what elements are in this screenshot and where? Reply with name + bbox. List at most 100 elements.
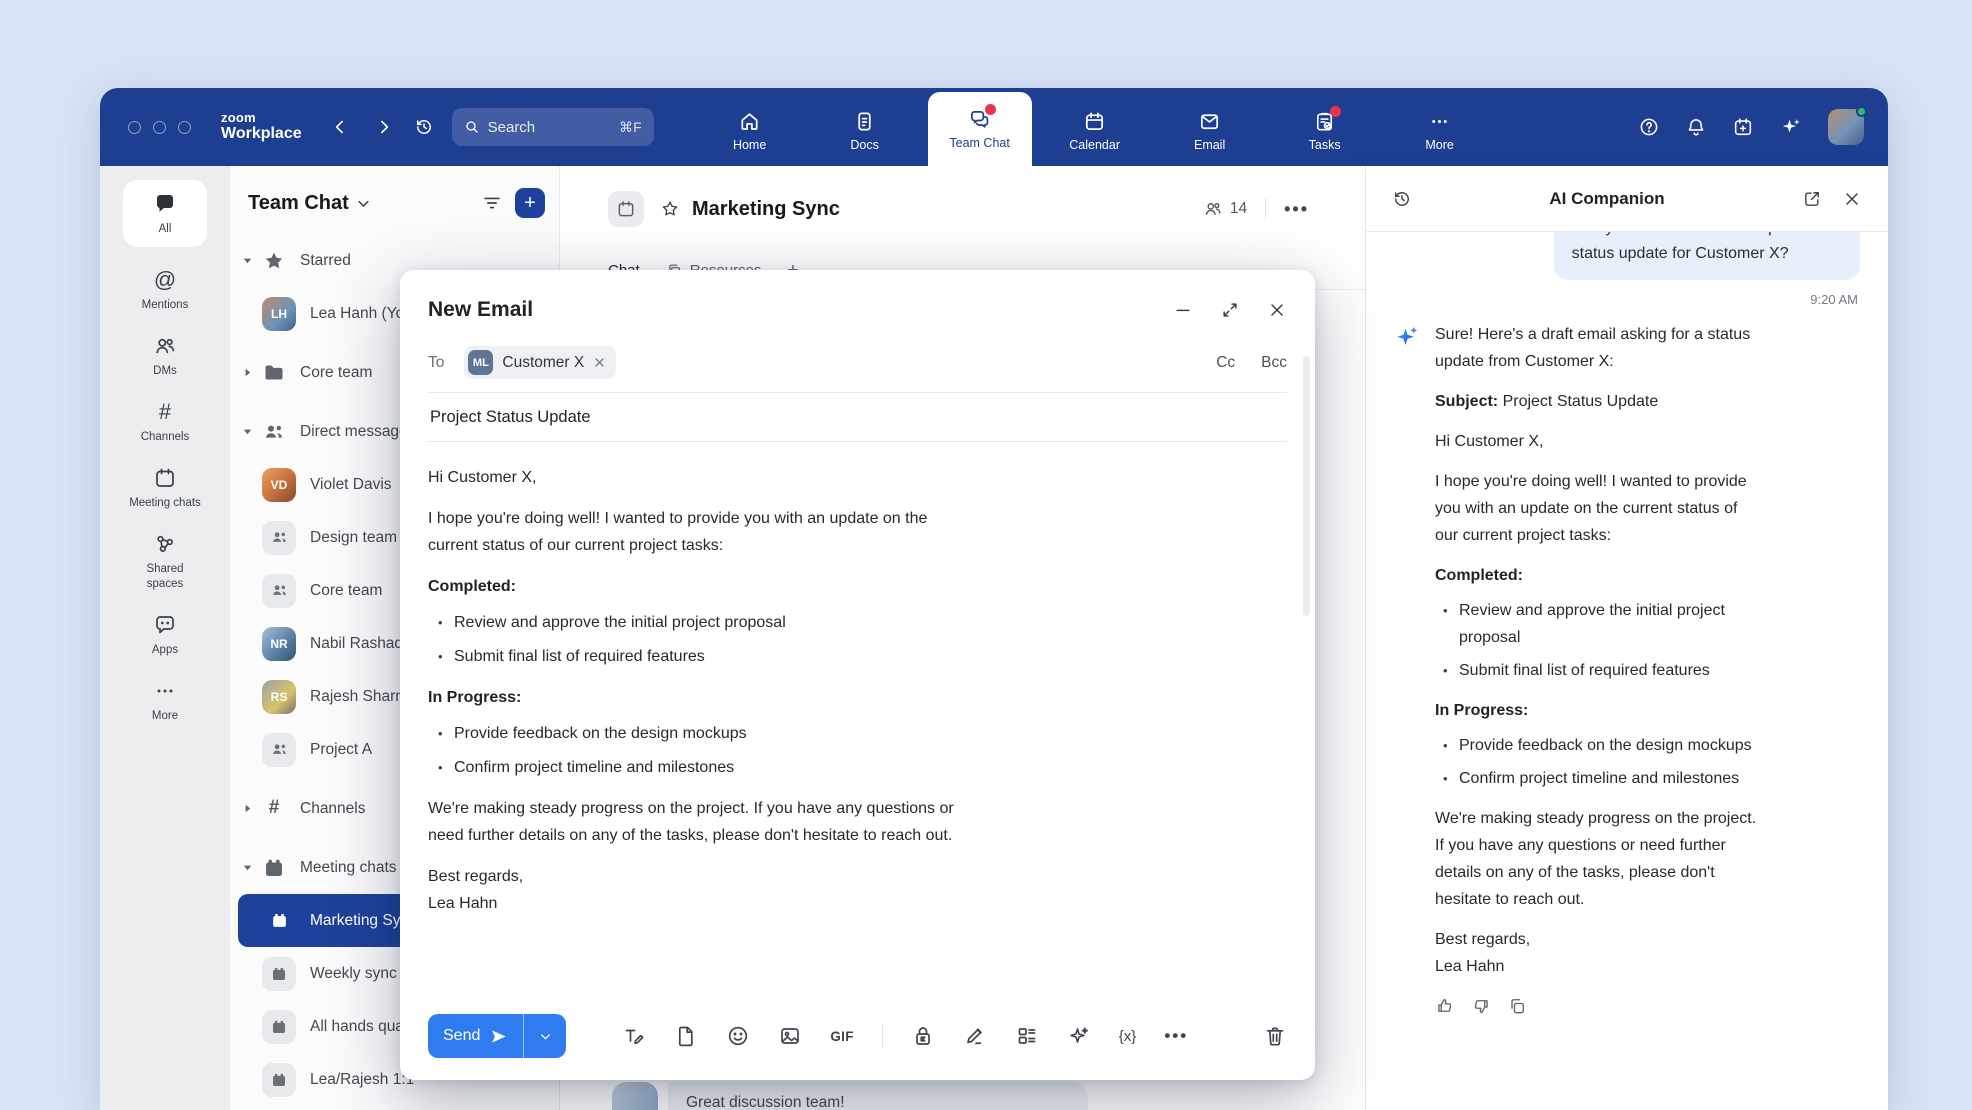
rail-item-shared-spaces[interactable]: Shared spaces <box>129 532 201 592</box>
expand-icon[interactable] <box>1220 300 1240 320</box>
to-label: To <box>428 354 444 372</box>
gif-icon[interactable]: GIF <box>830 1024 853 1048</box>
history-icon[interactable] <box>414 117 434 137</box>
rail-item-all[interactable]: All <box>123 180 207 247</box>
email-icon <box>1198 110 1221 133</box>
delete-draft-icon[interactable] <box>1263 1024 1287 1048</box>
rail-label: Mentions <box>142 298 189 313</box>
rail-item-apps[interactable]: Apps <box>152 613 178 658</box>
subject-input[interactable]: Project Status Update <box>428 393 1287 442</box>
ai-response-subject: Subject: Project Status Update <box>1435 388 1756 415</box>
send-options-button[interactable] <box>523 1014 566 1058</box>
calendar-filled-icon <box>262 1010 296 1044</box>
ai-completed-label: Completed: <box>1435 562 1756 589</box>
chat-message: Great discussion team! <box>612 1082 1088 1110</box>
search-input[interactable]: Search ⌘F <box>452 108 654 146</box>
tab-more[interactable]: More <box>1388 96 1492 166</box>
rail-item-mentions[interactable]: @ Mentions <box>142 268 189 313</box>
ai-user-message: Can you draft an email that provides a s… <box>1554 232 1860 280</box>
rail-item-channels[interactable]: # Channels <box>141 400 190 445</box>
caret-down-icon[interactable] <box>242 426 254 437</box>
ai-compose-icon[interactable] <box>1067 1024 1091 1048</box>
modal-scrollbar[interactable] <box>1303 356 1310 616</box>
rail-item-meeting-chats[interactable]: Meeting chats <box>129 466 201 511</box>
thumbs-down-icon[interactable] <box>1471 996 1491 1016</box>
send-label: Send <box>443 1027 480 1045</box>
cc-button[interactable]: Cc <box>1216 354 1235 372</box>
toolbar-divider <box>882 1023 883 1049</box>
list-item: Submit final list of required features <box>1435 657 1756 684</box>
window-controls[interactable] <box>128 121 191 134</box>
search-icon <box>464 119 480 135</box>
list-item-label: Nabil Rashad <box>310 635 403 653</box>
people-icon <box>153 334 177 358</box>
send-button[interactable]: Send <box>428 1014 523 1058</box>
attach-file-icon[interactable] <box>674 1024 698 1048</box>
signature-icon[interactable] <box>963 1024 987 1048</box>
ai-history-icon[interactable] <box>1392 189 1412 209</box>
minimize-icon[interactable] <box>1173 300 1193 320</box>
window-minimize-icon[interactable] <box>153 121 166 134</box>
caret-right-icon[interactable] <box>242 367 254 378</box>
open-in-new-icon[interactable] <box>1802 189 1822 209</box>
emoji-icon[interactable] <box>726 1024 750 1048</box>
ai-companion-logo-icon <box>1394 323 1421 350</box>
caret-down-icon[interactable] <box>242 255 254 266</box>
close-icon[interactable] <box>1267 300 1287 320</box>
list-item: Provide feedback on the design mockups <box>1435 732 1756 759</box>
notifications-icon[interactable] <box>1685 116 1707 138</box>
tab-home[interactable]: Home <box>698 96 802 166</box>
insert-image-icon[interactable] <box>778 1024 802 1048</box>
toolbar-more-icon[interactable]: ••• <box>1164 1024 1188 1048</box>
window-zoom-icon[interactable] <box>178 121 191 134</box>
calendar-filled-icon <box>262 904 296 938</box>
list-item-label: Lea/Rajesh 1:1 <box>310 1071 414 1089</box>
forward-icon[interactable] <box>374 117 394 137</box>
close-icon[interactable] <box>1842 189 1862 209</box>
members-button[interactable]: 14 <box>1203 199 1247 219</box>
help-icon[interactable] <box>1638 116 1660 138</box>
chevron-down-icon <box>356 196 371 211</box>
list-item: Submit final list of required features <box>428 643 1287 670</box>
topbar: zoom Workplace Search ⌘F Home Docs <box>100 88 1888 166</box>
ai-companion-icon[interactable] <box>1779 115 1803 139</box>
list-item: Review and approve the initial project p… <box>1435 597 1756 651</box>
copy-icon[interactable] <box>1507 996 1527 1016</box>
window-close-icon[interactable] <box>128 121 141 134</box>
thumbs-up-icon[interactable] <box>1435 996 1455 1016</box>
caret-down-icon[interactable] <box>242 862 254 873</box>
chat-list-title[interactable]: Team Chat <box>248 192 371 215</box>
tab-calendar[interactable]: Calendar <box>1043 96 1147 166</box>
schedule-meeting-icon[interactable] <box>1732 116 1754 138</box>
remove-recipient-icon[interactable] <box>593 356 606 369</box>
chat-list-title-text: Team Chat <box>248 192 349 215</box>
rail-item-dms[interactable]: DMs <box>153 334 177 379</box>
text-format-icon[interactable] <box>622 1024 646 1048</box>
tab-docs[interactable]: Docs <box>813 96 917 166</box>
filter-icon[interactable] <box>481 192 503 214</box>
back-icon[interactable] <box>330 117 350 137</box>
meeting-chat-icon <box>608 191 644 227</box>
ai-timestamp: 9:20 AM <box>1396 292 1858 307</box>
tasks-icon <box>1313 110 1336 133</box>
chat-more-icon[interactable]: ••• <box>1284 199 1309 220</box>
new-chat-button[interactable]: + <box>515 188 545 218</box>
left-rail: All @ Mentions DMs # Channels Meeting ch… <box>100 166 230 1110</box>
bcc-button[interactable]: Bcc <box>1261 354 1287 372</box>
nav-label: Team Chat <box>949 136 1009 150</box>
rail-item-more[interactable]: More <box>152 679 178 724</box>
email-in-progress-label: In Progress: <box>428 684 1287 711</box>
caret-right-icon[interactable] <box>242 803 254 814</box>
tab-tasks[interactable]: Tasks <box>1273 96 1377 166</box>
recipient-chip[interactable]: ML Customer X <box>464 346 616 379</box>
encrypt-icon[interactable] <box>911 1024 935 1048</box>
tab-team-chat[interactable]: Team Chat <box>928 92 1032 166</box>
variables-icon[interactable]: {x} <box>1119 1024 1137 1048</box>
email-body-editor[interactable]: Hi Customer X, I hope you're doing well!… <box>428 442 1287 917</box>
template-icon[interactable] <box>1015 1024 1039 1048</box>
send-icon <box>489 1027 508 1046</box>
profile-avatar[interactable] <box>1828 109 1864 145</box>
team-chat-badge <box>985 104 996 115</box>
tab-email[interactable]: Email <box>1158 96 1262 166</box>
star-outline-icon[interactable] <box>660 199 680 219</box>
